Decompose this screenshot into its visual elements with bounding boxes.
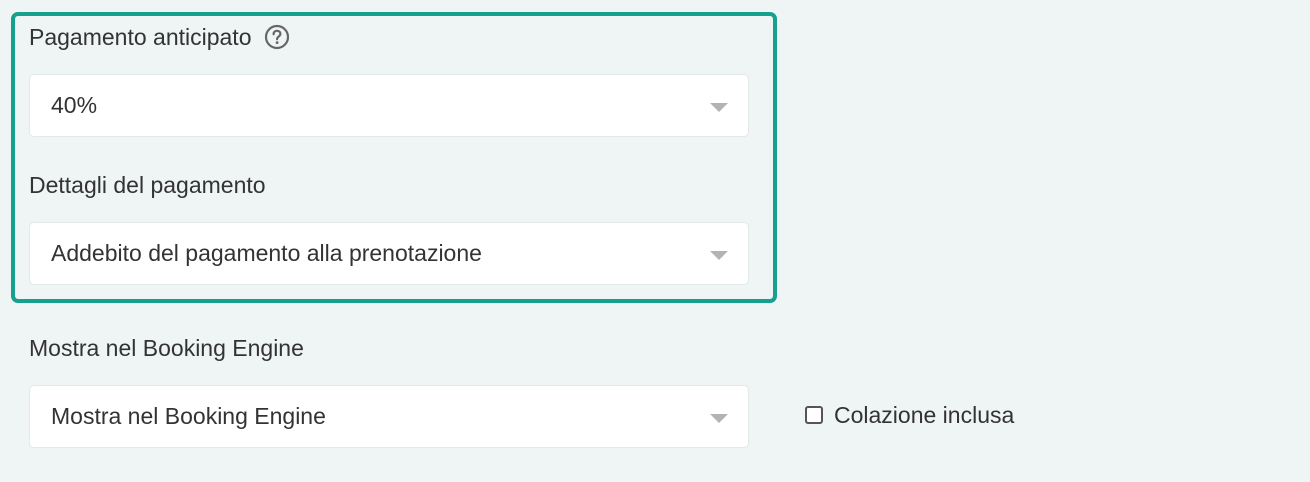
advance-payment-select[interactable]: 40% (29, 74, 749, 137)
advance-payment-value: 40% (51, 92, 98, 118)
advance-payment-label: Pagamento anticipato (29, 24, 252, 50)
question-circle-icon[interactable] (264, 24, 290, 50)
chevron-down-icon (710, 103, 728, 112)
chevron-down-icon (710, 251, 728, 260)
booking-engine-value: Mostra nel Booking Engine (51, 403, 326, 429)
breakfast-included-label: Colazione inclusa (834, 402, 1015, 428)
booking-engine-select[interactable]: Mostra nel Booking Engine (29, 385, 749, 448)
payment-details-select[interactable]: Addebito del pagamento alla prenotazione (29, 222, 749, 285)
booking-engine-label: Mostra nel Booking Engine (29, 335, 304, 361)
payment-details-value: Addebito del pagamento alla prenotazione (51, 240, 482, 266)
breakfast-included-option[interactable]: Colazione inclusa (805, 401, 1014, 429)
payment-details-label: Dettagli del pagamento (29, 172, 266, 198)
advance-payment-label-row: Pagamento anticipato (29, 23, 290, 51)
breakfast-included-checkbox[interactable] (805, 406, 823, 424)
chevron-down-icon (710, 414, 728, 423)
